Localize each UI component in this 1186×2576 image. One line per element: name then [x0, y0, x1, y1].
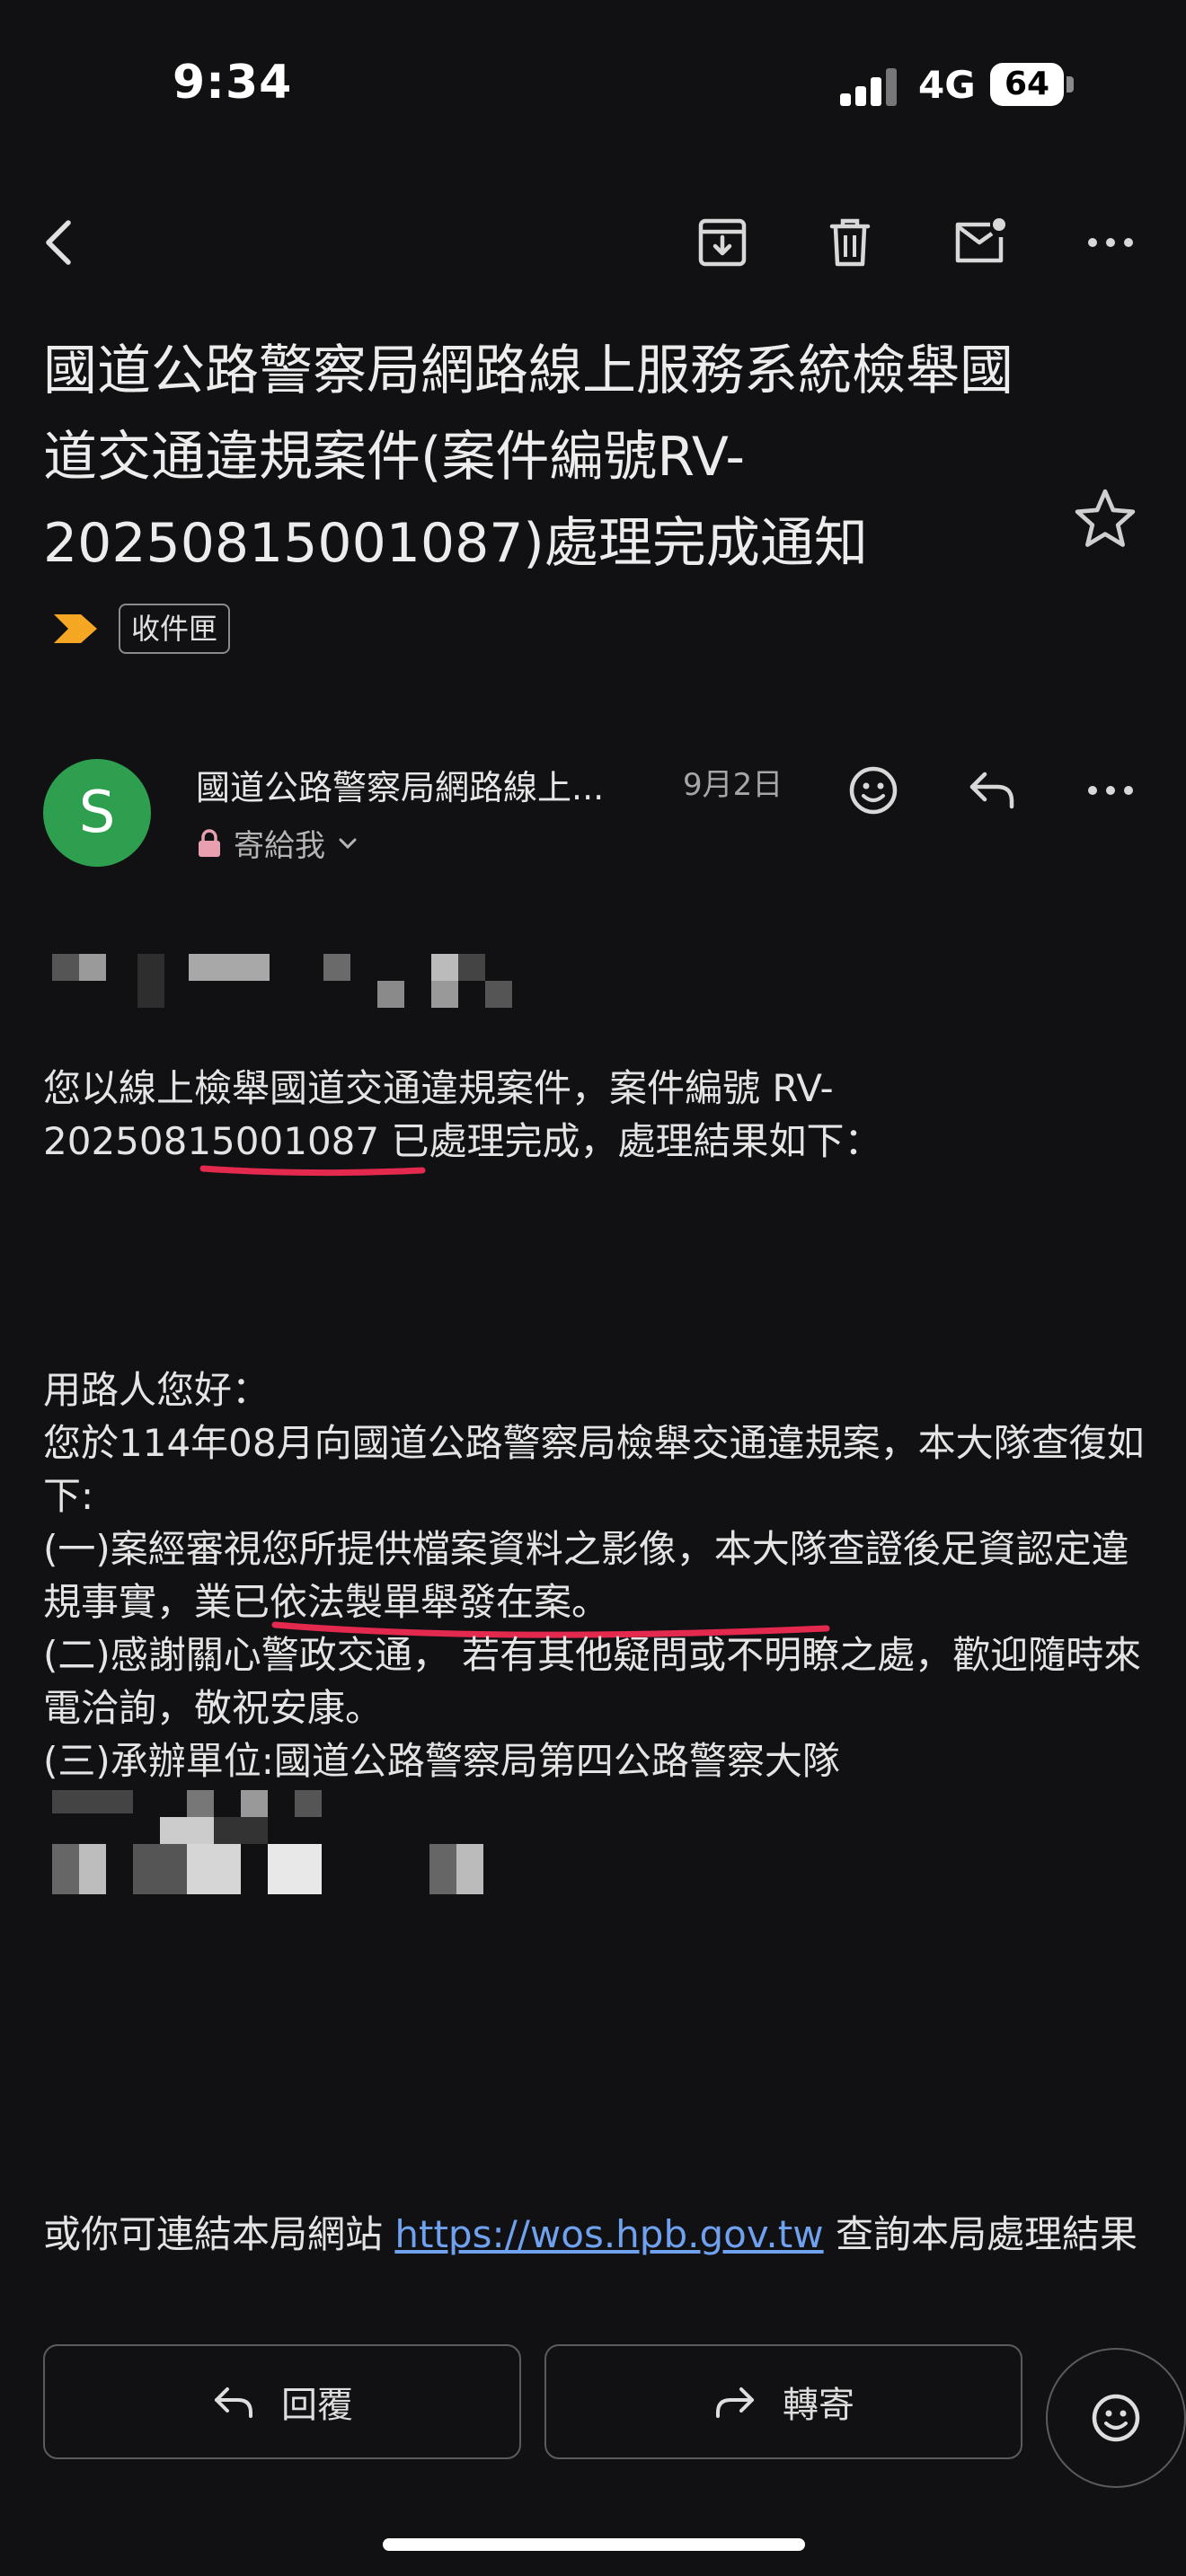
archive-button[interactable] [686, 207, 758, 278]
trash-icon [829, 218, 871, 267]
reply-paragraph-3: (二)感謝關心警政交通， 若有其他疑問或不明瞭之處，歡迎隨時來電洽詢，敬祝安康。 [43, 1633, 1142, 1730]
react-emoji-button[interactable] [837, 754, 909, 826]
smiley-icon [1092, 2394, 1140, 2442]
mail-unread-icon [955, 218, 1005, 263]
inbox-label[interactable]: 收件匣 [119, 604, 231, 654]
home-indicator[interactable] [383, 2538, 805, 2551]
label-row: 收件匣 [50, 604, 231, 654]
smiley-icon [849, 766, 898, 815]
forward-button[interactable]: 轉寄 [544, 2344, 1022, 2459]
reply-button[interactable]: 回覆 [43, 2344, 521, 2459]
message-more-button[interactable] [1075, 754, 1146, 826]
back-button[interactable] [25, 207, 97, 278]
emoji-reaction-button[interactable] [1046, 2348, 1186, 2488]
battery-icon: 64 [990, 63, 1064, 106]
more-options-button[interactable] [1075, 207, 1146, 278]
email-date: 9月2日 [683, 767, 783, 803]
greeting: 用路人您好： [43, 1368, 270, 1412]
reply-button-label: 回覆 [281, 2385, 353, 2426]
forward-icon [716, 2387, 754, 2418]
mark-unread-button[interactable] [943, 207, 1015, 278]
reply-icon [969, 772, 1014, 809]
sender-name[interactable]: 國道公路警察局網路線上... [196, 760, 650, 809]
redacted-contact-info [52, 1790, 519, 1900]
website-link[interactable]: https://wos.hpb.gov.tw [394, 2212, 823, 2256]
recipient-label: 寄給我 [234, 828, 325, 864]
battery-cap [1067, 76, 1074, 93]
reply-paragraph-4: (三)承辦單位:國道公路警察局第四公路警察大隊 [43, 1739, 840, 1783]
reply-paragraph-1: 您於114年08月向國道公路警察局檢舉交通違規案，本大隊查復如下: [43, 1421, 1145, 1518]
network-type: 4G [918, 63, 976, 107]
status-time: 9:34 [173, 56, 293, 110]
star-icon [1075, 489, 1136, 547]
chevron-down-icon [339, 838, 357, 849]
sender-avatar[interactable]: S [43, 759, 151, 867]
battery-level: 64 [1004, 66, 1050, 102]
star-button[interactable] [1071, 485, 1139, 553]
forward-button-label: 轉寄 [783, 2385, 854, 2426]
delete-button[interactable] [814, 207, 886, 278]
footer-suffix: 查詢本局處理結果 [823, 2212, 1137, 2256]
archive-icon [698, 218, 747, 267]
email-intro: 您以線上檢舉國道交通違規案件，案件編號 RV-20250815001087 已處… [43, 1066, 882, 1163]
email-subject: 國道公路警察局網路線上服務系統檢舉國道交通違規案件(案件編號RV-2025081… [43, 340, 1013, 575]
redacted-recipient-name [52, 954, 519, 1013]
chevron-left-icon [46, 220, 71, 265]
reply-icon-button[interactable] [956, 754, 1028, 826]
more-horizontal-icon [1088, 238, 1133, 247]
recipient-toggle[interactable]: 寄給我 [196, 821, 359, 865]
reply-icon [215, 2387, 252, 2418]
footer-paragraph: 或你可連結本局網站 https://wos.hpb.gov.tw 查詢本局處理結… [43, 2208, 1157, 2261]
more-horizontal-icon [1088, 786, 1133, 795]
importance-marker-icon[interactable] [50, 611, 101, 647]
signal-icon [840, 68, 898, 106]
footer-prefix: 或你可連結本局網站 [43, 2212, 395, 2256]
annotation-underline-1 [199, 1165, 426, 1177]
lock-icon [199, 828, 220, 857]
